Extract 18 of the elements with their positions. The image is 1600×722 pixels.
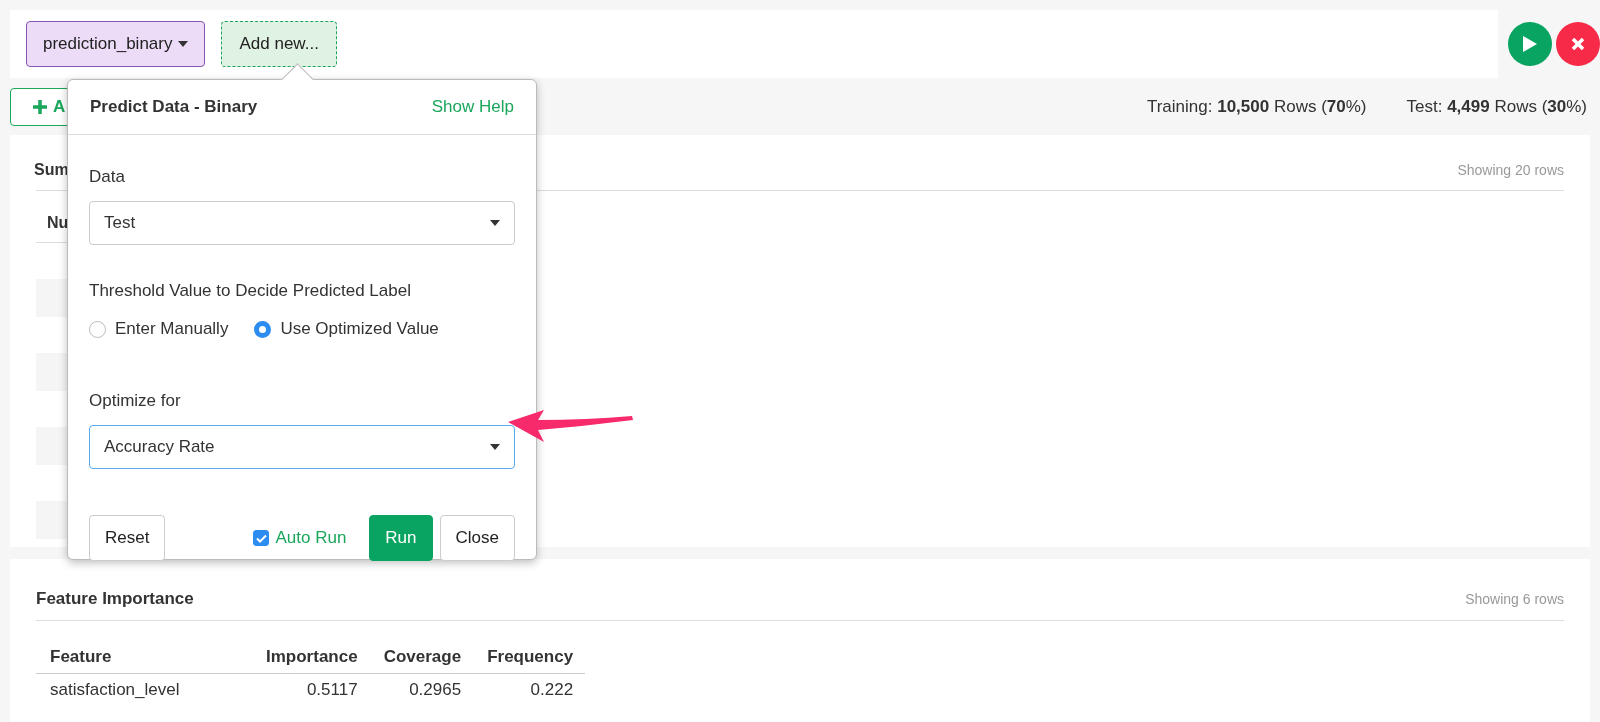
table-cell: 0.5117 (252, 673, 370, 706)
field-label: Data (89, 167, 126, 187)
field-label: Threshold Value to Decide Predicted Label (89, 281, 412, 301)
section-title: Sum (34, 161, 69, 179)
table-cell: 0.222 (473, 673, 586, 706)
row-count: Showing 6 rows (1465, 591, 1564, 607)
table-cell: 0.2965 (369, 673, 474, 706)
section-title: Feature Importance (36, 589, 194, 609)
popover-title: Predict Data - Binary (90, 97, 258, 117)
test-rows: Test: 4,499 Rows (30%) (1406, 96, 1587, 117)
column-header: Feature (36, 635, 252, 674)
table-cell: satisfaction_level (36, 673, 252, 706)
column-header: Importance (252, 635, 370, 674)
training-rows: Training: 10,500 Rows (70%) (1146, 96, 1367, 117)
row-count: Showing 20 rows (1457, 162, 1564, 178)
column-header: Coverage (369, 635, 474, 674)
column-header: Frequency (473, 635, 586, 674)
field-label: Optimize for (89, 391, 182, 411)
